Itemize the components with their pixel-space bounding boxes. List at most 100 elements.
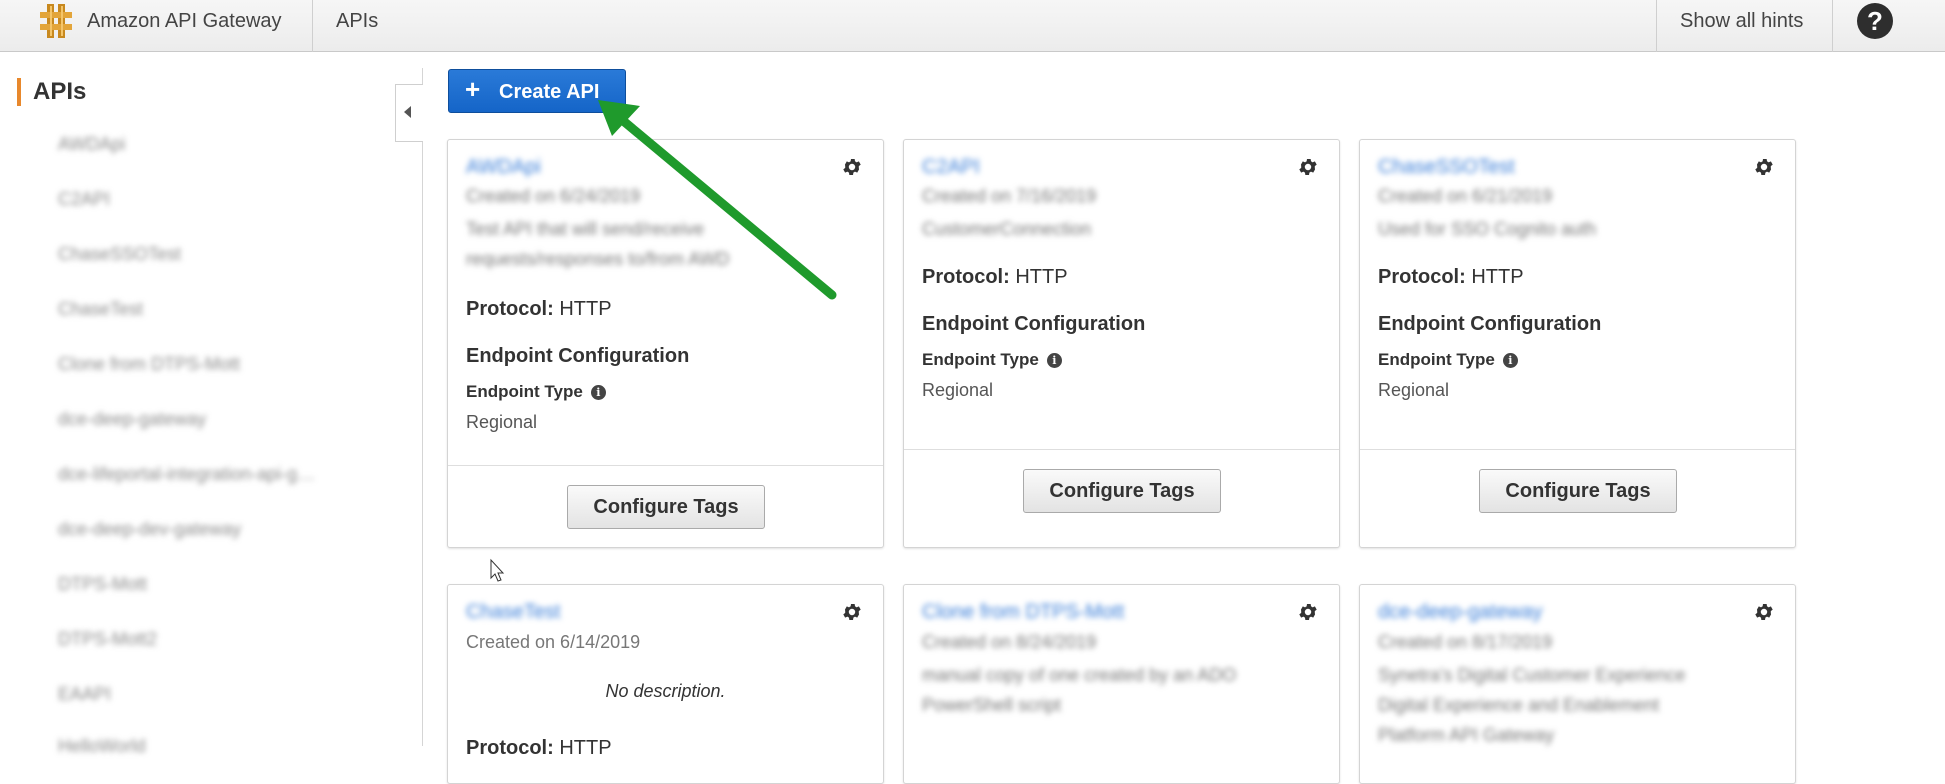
- api-description: Test API that will send/receive requests…: [466, 214, 846, 274]
- endpoint-configuration-heading: Endpoint Configuration: [466, 345, 690, 367]
- configure-tags-button[interactable]: Configure Tags: [1479, 469, 1677, 513]
- top-navigation-bar: Amazon API Gateway APIs Show all hints ?: [0, 0, 1945, 52]
- sidebar-item[interactable]: EAAPI: [58, 684, 111, 705]
- description-line: Digital Experience and Enablement: [1378, 695, 1660, 715]
- sidebar-item[interactable]: AWDApi: [58, 134, 125, 155]
- description-line: Used for SSO Cognito auth: [1378, 219, 1597, 239]
- breadcrumb-apis[interactable]: APIs: [336, 10, 378, 33]
- gear-icon[interactable]: [1753, 156, 1775, 178]
- gear-icon[interactable]: [841, 601, 863, 623]
- help-icon[interactable]: ?: [1857, 3, 1893, 39]
- api-description: CustomerConnection: [922, 214, 1302, 244]
- description-line: CustomerConnection: [922, 219, 1092, 239]
- info-icon[interactable]: i: [1502, 353, 1518, 368]
- api-name-link[interactable]: ChaseTest: [466, 601, 561, 624]
- api-card[interactable]: Clone from DTPS-Mott Created on 8/24/201…: [903, 584, 1340, 784]
- protocol-value: HTTP: [1015, 266, 1068, 288]
- created-date: Created on 8/17/2019: [1378, 632, 1553, 652]
- sidebar-item[interactable]: C2API: [58, 189, 110, 210]
- api-gateway-logo-icon[interactable]: [38, 2, 74, 40]
- api-description: Used for SSO Cognito auth: [1378, 214, 1758, 244]
- endpoint-value: Regional: [466, 412, 538, 432]
- sidebar-item[interactable]: ChaseTest: [58, 299, 143, 320]
- sidebar-item[interactable]: DTPS-Mott2: [58, 629, 157, 650]
- topbar-divider: [312, 0, 313, 52]
- created-date: Created on 8/24/2019: [922, 632, 1097, 652]
- endpoint-value: Regional: [1378, 380, 1450, 400]
- endpoint-type-label: Endpoint Type: [1378, 350, 1495, 369]
- description-line: Synetra's Digital Customer Experience: [1378, 665, 1686, 685]
- api-card[interactable]: dce-deep-gateway Created on 8/17/2019 Sy…: [1359, 584, 1796, 784]
- endpoint-configuration-heading: Endpoint Configuration: [1378, 313, 1602, 335]
- api-description: Synetra's Digital Customer Experience Di…: [1378, 660, 1758, 750]
- create-api-button[interactable]: + Create API: [448, 69, 626, 113]
- protocol: Protocol: HTTP: [466, 298, 612, 321]
- description-line: PowerShell script: [922, 695, 1062, 715]
- mouse-cursor-icon: [490, 558, 505, 582]
- protocol-value: HTTP: [559, 737, 612, 759]
- protocol-value: HTTP: [559, 298, 612, 320]
- sidebar-item[interactable]: HelloWorld: [58, 736, 146, 757]
- configure-tags-button[interactable]: Configure Tags: [567, 485, 765, 529]
- api-name-link[interactable]: dce-deep-gateway: [1378, 601, 1543, 624]
- api-card[interactable]: ChaseSSOTest Created on 6/21/2019 Used f…: [1359, 139, 1796, 548]
- protocol-value: HTTP: [1471, 266, 1524, 288]
- topbar-divider: [1656, 0, 1657, 52]
- gear-icon[interactable]: [1753, 601, 1775, 623]
- api-name-link[interactable]: AWDApi: [466, 156, 541, 179]
- app-brand-title[interactable]: Amazon API Gateway: [87, 10, 282, 33]
- sidebar-item[interactable]: DTPS-Mott: [58, 574, 147, 595]
- api-card[interactable]: AWDApi Created on 6/24/2019 Test API tha…: [447, 139, 884, 548]
- protocol-label: Protocol:: [466, 298, 554, 320]
- endpoint-configuration-heading: Endpoint Configuration: [922, 313, 1146, 335]
- card-divider: [904, 449, 1339, 450]
- protocol-label: Protocol:: [1378, 266, 1466, 288]
- created-date: Created on 6/21/2019: [1378, 186, 1553, 206]
- chevron-left-icon: [404, 106, 411, 118]
- info-icon[interactable]: i: [1046, 353, 1062, 368]
- gear-icon[interactable]: [1297, 156, 1319, 178]
- plus-icon: +: [465, 74, 481, 104]
- sidebar-item[interactable]: dce-deep-gateway: [58, 409, 206, 430]
- endpoint-type: Endpoint Type i: [922, 350, 1062, 370]
- protocol: Protocol: HTTP: [1378, 266, 1524, 289]
- sidebar-title[interactable]: APIs: [33, 78, 86, 106]
- endpoint-type: Endpoint Type i: [1378, 350, 1518, 370]
- card-divider: [448, 465, 883, 466]
- description-line: requests/responses to/from AWD: [466, 249, 730, 269]
- created-date: Created on 7/16/2019: [922, 186, 1097, 206]
- sidebar-item[interactable]: dce-deep-dev-gateway: [58, 519, 241, 540]
- create-api-label: Create API: [499, 81, 600, 103]
- sidebar-item[interactable]: ChaseSSOTest: [58, 244, 181, 265]
- gear-icon[interactable]: [1297, 601, 1319, 623]
- description-line: Test API that will send/receive: [466, 219, 705, 239]
- show-all-hints-button[interactable]: Show all hints: [1680, 10, 1803, 33]
- api-name-link[interactable]: Clone from DTPS-Mott: [922, 601, 1124, 624]
- created-date: Created on 6/24/2019: [466, 186, 641, 206]
- api-card[interactable]: C2API Created on 7/16/2019 CustomerConne…: [903, 139, 1340, 548]
- api-description: manual copy of one created by an ADO Pow…: [922, 660, 1302, 720]
- card-divider: [1360, 449, 1795, 450]
- protocol: Protocol: HTTP: [466, 737, 612, 760]
- collapse-sidebar-button[interactable]: [395, 84, 423, 142]
- protocol-label: Protocol:: [466, 737, 554, 759]
- api-name-link[interactable]: ChaseSSOTest: [1378, 156, 1515, 179]
- info-icon[interactable]: i: [590, 385, 606, 400]
- protocol: Protocol: HTTP: [922, 266, 1068, 289]
- description-line: manual copy of one created by an ADO: [922, 665, 1237, 685]
- endpoint-type-label: Endpoint Type: [922, 350, 1039, 369]
- protocol-label: Protocol:: [922, 266, 1010, 288]
- sidebar-divider: [422, 68, 423, 746]
- sidebar-item[interactable]: dce-lifeportal-integration-api-g…: [58, 464, 315, 485]
- topbar-divider: [1832, 0, 1833, 52]
- configure-tags-button[interactable]: Configure Tags: [1023, 469, 1221, 513]
- gear-icon[interactable]: [841, 156, 863, 178]
- api-card[interactable]: ChaseTest Created on 6/14/2019 No descri…: [447, 584, 884, 784]
- sidebar-active-indicator: [17, 78, 21, 106]
- api-name-link[interactable]: C2API: [922, 156, 980, 179]
- sidebar-item[interactable]: Clone from DTPS-Mott: [58, 354, 240, 375]
- endpoint-type: Endpoint Type i: [466, 382, 606, 402]
- endpoint-type-label: Endpoint Type: [466, 382, 583, 401]
- endpoint-value: Regional: [922, 380, 994, 400]
- api-description: No description.: [605, 681, 726, 701]
